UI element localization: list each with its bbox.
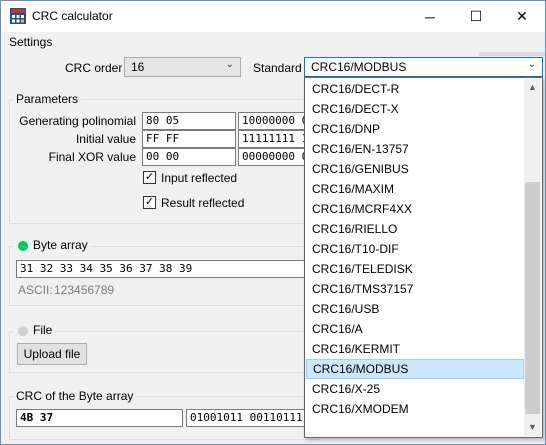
dropdown-option[interactable]: CRC16/RIELLO <box>306 219 524 239</box>
window-title: CRC calculator <box>32 9 113 23</box>
generating-polinomial-label: Generating polinomial <box>19 114 136 128</box>
scrollbar-thumb[interactable] <box>525 182 540 414</box>
menu-bar: Settings <box>1 32 545 52</box>
dropdown-items: CRC16/DECT-R CRC16/DECT-X CRC16/DNP CRC16/E… <box>306 79 524 419</box>
dropdown-option[interactable]: CRC16/T10-DIF <box>306 239 524 259</box>
crc-result-title: CRC of the Byte array <box>13 389 137 403</box>
byte-array-input[interactable]: 31 32 33 34 35 36 37 38 39 <box>16 260 318 278</box>
byte-array-status-dot[interactable] <box>18 241 28 251</box>
dropdown-option[interactable]: CRC16/DNP <box>306 119 524 139</box>
dropdown-option[interactable]: CRC16/XMODEM <box>306 399 524 419</box>
crc-bin-output[interactable]: 01001011 00110111 <box>186 409 318 427</box>
dropdown-option[interactable]: CRC16/A <box>306 319 524 339</box>
dropdown-option[interactable]: CRC16/KERMIT <box>306 339 524 359</box>
result-reflected-label: Result reflected <box>161 196 245 210</box>
minimize-button[interactable]: ─ <box>407 1 453 32</box>
final-xor-label: Final XOR value <box>48 150 136 164</box>
dropdown-option[interactable]: CRC16/USB <box>306 299 524 319</box>
initial-value-label: Initial value <box>75 132 136 146</box>
dropdown-option[interactable]: CRC16/DECT-R <box>306 79 524 99</box>
initial-value-hex-input[interactable]: FF FF <box>142 130 236 148</box>
dropdown-option[interactable]: CRC16/MCRF4XX <box>306 199 524 219</box>
input-reflected-label: Input reflected <box>161 171 238 185</box>
dropdown-option[interactable]: CRC16/X-25 <box>306 379 524 399</box>
polinomial-hex-input[interactable]: 80 05 <box>142 112 236 130</box>
ascii-label: ASCII: <box>18 283 53 297</box>
standard-label: Standard <box>253 61 302 75</box>
parameters-title: Parameters <box>13 92 82 106</box>
app-window: CRC calculator ─ ☐ ✕ Settings CRC order … <box>0 0 546 445</box>
dropdown-option[interactable]: CRC16/TMS37157 <box>306 279 524 299</box>
standard-dropdown-list: CRC16/DECT-R CRC16/DECT-X CRC16/DNP CRC16/E… <box>304 77 543 438</box>
standard-value: CRC16/MODBUS <box>311 60 407 74</box>
chevron-down-icon: ⌄ <box>527 59 536 70</box>
dropdown-scrollbar[interactable]: ▲ ▼ <box>524 79 541 436</box>
maximize-button[interactable]: ☐ <box>453 1 499 32</box>
calculator-app-icon <box>10 8 26 24</box>
close-button[interactable]: ✕ <box>499 1 545 32</box>
title-bar: CRC calculator ─ ☐ ✕ <box>1 1 545 32</box>
background-divider <box>479 52 545 56</box>
result-reflected-checkbox[interactable]: ✓ <box>143 196 156 209</box>
standard-combo[interactable]: CRC16/MODBUS ⌄ <box>304 57 543 77</box>
crc-order-label: CRC order <box>65 61 123 75</box>
dropdown-option[interactable]: CRC16/GENIBUS <box>306 159 524 179</box>
dropdown-option[interactable]: CRC16/EN-13757 <box>306 139 524 159</box>
ascii-value: 123456789 <box>54 283 115 297</box>
crc-hex-output[interactable]: 4B 37 <box>16 409 183 427</box>
crc-order-value: 16 <box>131 60 145 74</box>
scroll-down-icon[interactable]: ▼ <box>524 419 541 436</box>
scroll-up-icon[interactable]: ▲ <box>524 79 541 96</box>
dropdown-option[interactable]: CRC16/TELEDISK <box>306 259 524 279</box>
dropdown-option[interactable]: CRC16/MODBUS <box>306 359 524 379</box>
dropdown-option[interactable]: CRC16/DECT-X <box>306 99 524 119</box>
input-reflected-checkbox[interactable]: ✓ <box>143 171 156 184</box>
menu-settings[interactable]: Settings <box>9 35 52 49</box>
final-xor-hex-input[interactable]: 00 00 <box>142 148 236 166</box>
upload-file-button[interactable]: Upload file <box>17 343 87 365</box>
file-status-dot[interactable] <box>18 326 28 336</box>
dropdown-option[interactable]: CRC16/MAXIM <box>306 179 524 199</box>
crc-order-combo[interactable]: 16 ⌄ <box>124 57 241 77</box>
chevron-down-icon: ⌄ <box>225 59 234 70</box>
